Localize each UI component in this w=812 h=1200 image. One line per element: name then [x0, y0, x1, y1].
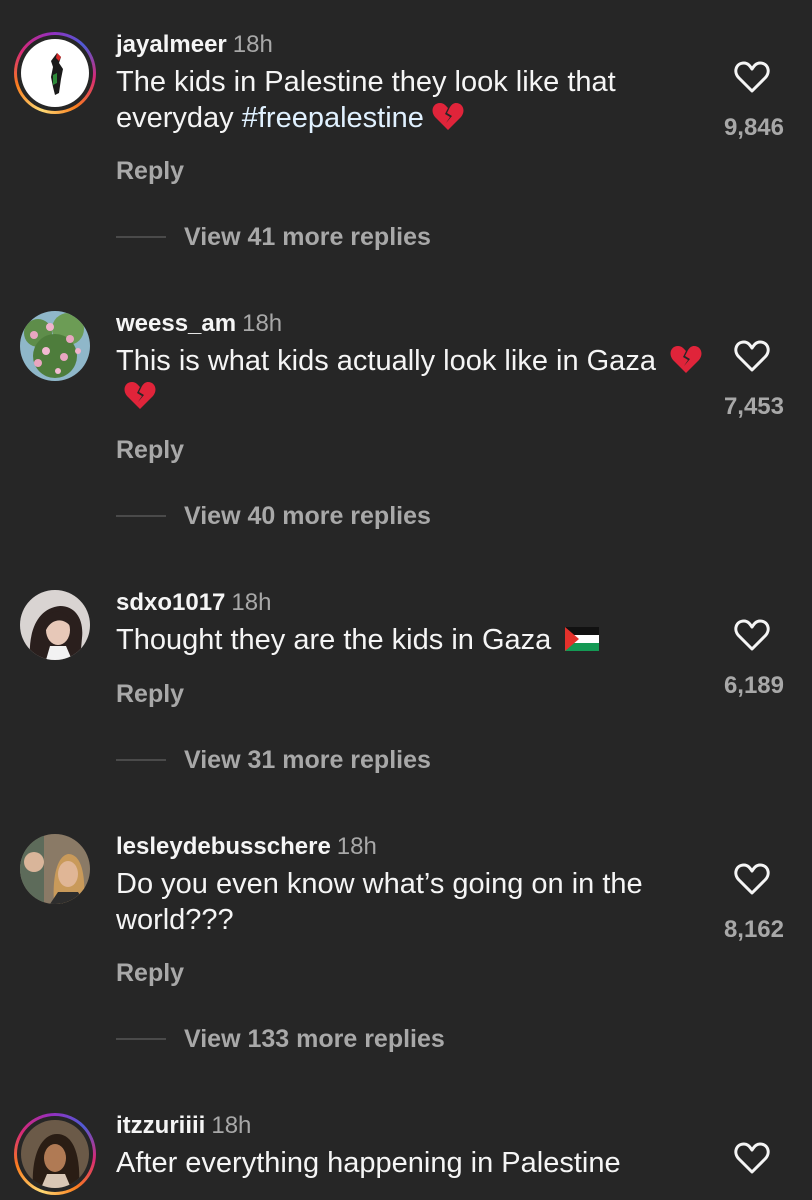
broken-heart-icon — [670, 346, 702, 373]
comment-body: Thought they are the kids in Gaza — [116, 624, 552, 656]
reply-button[interactable]: Reply — [116, 679, 184, 709]
timestamp: 18h — [242, 310, 283, 337]
divider-line — [116, 515, 166, 517]
avatar[interactable] — [14, 1113, 96, 1195]
heart-icon[interactable] — [734, 618, 770, 652]
view-replies-label: View 41 more replies — [184, 222, 431, 251]
username[interactable]: itzzuriiii — [116, 1112, 205, 1139]
comment-body: This is what kids actually look like in … — [116, 345, 656, 377]
reply-button[interactable]: Reply — [116, 156, 184, 186]
like-count: 6,189 — [723, 672, 784, 699]
timestamp: 18h — [231, 589, 272, 616]
heart-icon[interactable] — [734, 60, 770, 94]
username[interactable]: weess_am — [116, 310, 236, 337]
comment-header: itzzuriiii 18h — [116, 1111, 251, 1141]
view-replies-button[interactable]: View 41 more replies — [116, 222, 431, 252]
view-replies-button[interactable]: View 31 more replies — [116, 745, 431, 775]
comment-item: weess_am 18h This is what kids actually l… — [0, 309, 812, 559]
reply-button[interactable]: Reply — [116, 958, 184, 988]
username[interactable]: jayalmeer — [116, 31, 227, 58]
reply-button[interactable]: Reply — [116, 435, 184, 465]
view-replies-label: View 133 more replies — [184, 1024, 445, 1053]
divider-line — [116, 759, 166, 761]
heart-icon[interactable] — [734, 339, 770, 373]
avatar-image — [20, 834, 90, 904]
comment-body: After everything happening in Palestine — [116, 1147, 621, 1179]
view-replies-button[interactable]: View 40 more replies — [116, 501, 431, 531]
timestamp: 18h — [336, 833, 377, 860]
like-count: 9,846 — [723, 114, 784, 141]
comment-text: This is what kids actually look like in … — [116, 343, 706, 415]
palestine-flag-icon — [565, 627, 600, 651]
avatar-image — [21, 1120, 89, 1188]
avatar[interactable] — [14, 32, 96, 114]
divider-line — [116, 236, 166, 238]
comment-text: Do you even know what’s going on in the … — [116, 866, 706, 938]
comment-header: weess_am 18h — [116, 309, 282, 339]
view-replies-label: View 31 more replies — [184, 745, 431, 774]
timestamp: 18h — [211, 1112, 252, 1139]
avatar[interactable] — [14, 584, 96, 666]
avatar-image — [20, 590, 90, 660]
timestamp: 18h — [232, 31, 273, 58]
avatar-image — [21, 39, 89, 107]
heart-icon[interactable] — [734, 1141, 770, 1175]
comment-body: Do you even know what’s going on in the … — [116, 868, 643, 936]
comment-text: The kids in Palestine they look like tha… — [116, 64, 706, 136]
view-replies-label: View 40 more replies — [184, 501, 431, 530]
comment-header: jayalmeer 18h — [116, 30, 273, 60]
view-replies-button[interactable]: View 133 more replies — [116, 1024, 445, 1054]
like-count: 8,162 — [723, 916, 784, 943]
username[interactable]: sdxo1017 — [116, 589, 225, 616]
comment-header: sdxo1017 18h — [116, 588, 271, 618]
like-count: 7,453 — [723, 393, 784, 420]
comment-text: After everything happening in Palestine — [116, 1145, 706, 1181]
heart-icon[interactable] — [734, 862, 770, 896]
comment-item: sdxo1017 18h Thought they are the kids in… — [0, 588, 812, 808]
comment-item: itzzuriiii 18h After everything happening… — [0, 1111, 812, 1200]
comment-text: Thought they are the kids in Gaza — [116, 622, 706, 658]
avatar[interactable] — [14, 828, 96, 910]
divider-line — [116, 1038, 166, 1040]
hashtag-link[interactable]: #freepalestine — [242, 102, 424, 134]
avatar[interactable] — [14, 305, 96, 387]
comment-header: lesleydebusschere 18h — [116, 832, 377, 862]
broken-heart-icon — [124, 382, 156, 409]
broken-heart-icon — [432, 103, 464, 130]
comment-item: lesleydebusschere 18h Do you even know wh… — [0, 832, 812, 1082]
comment-item: jayalmeer 18h The kids in Palestine they … — [0, 30, 812, 280]
username[interactable]: lesleydebusschere — [116, 833, 331, 860]
avatar-image — [20, 311, 90, 381]
